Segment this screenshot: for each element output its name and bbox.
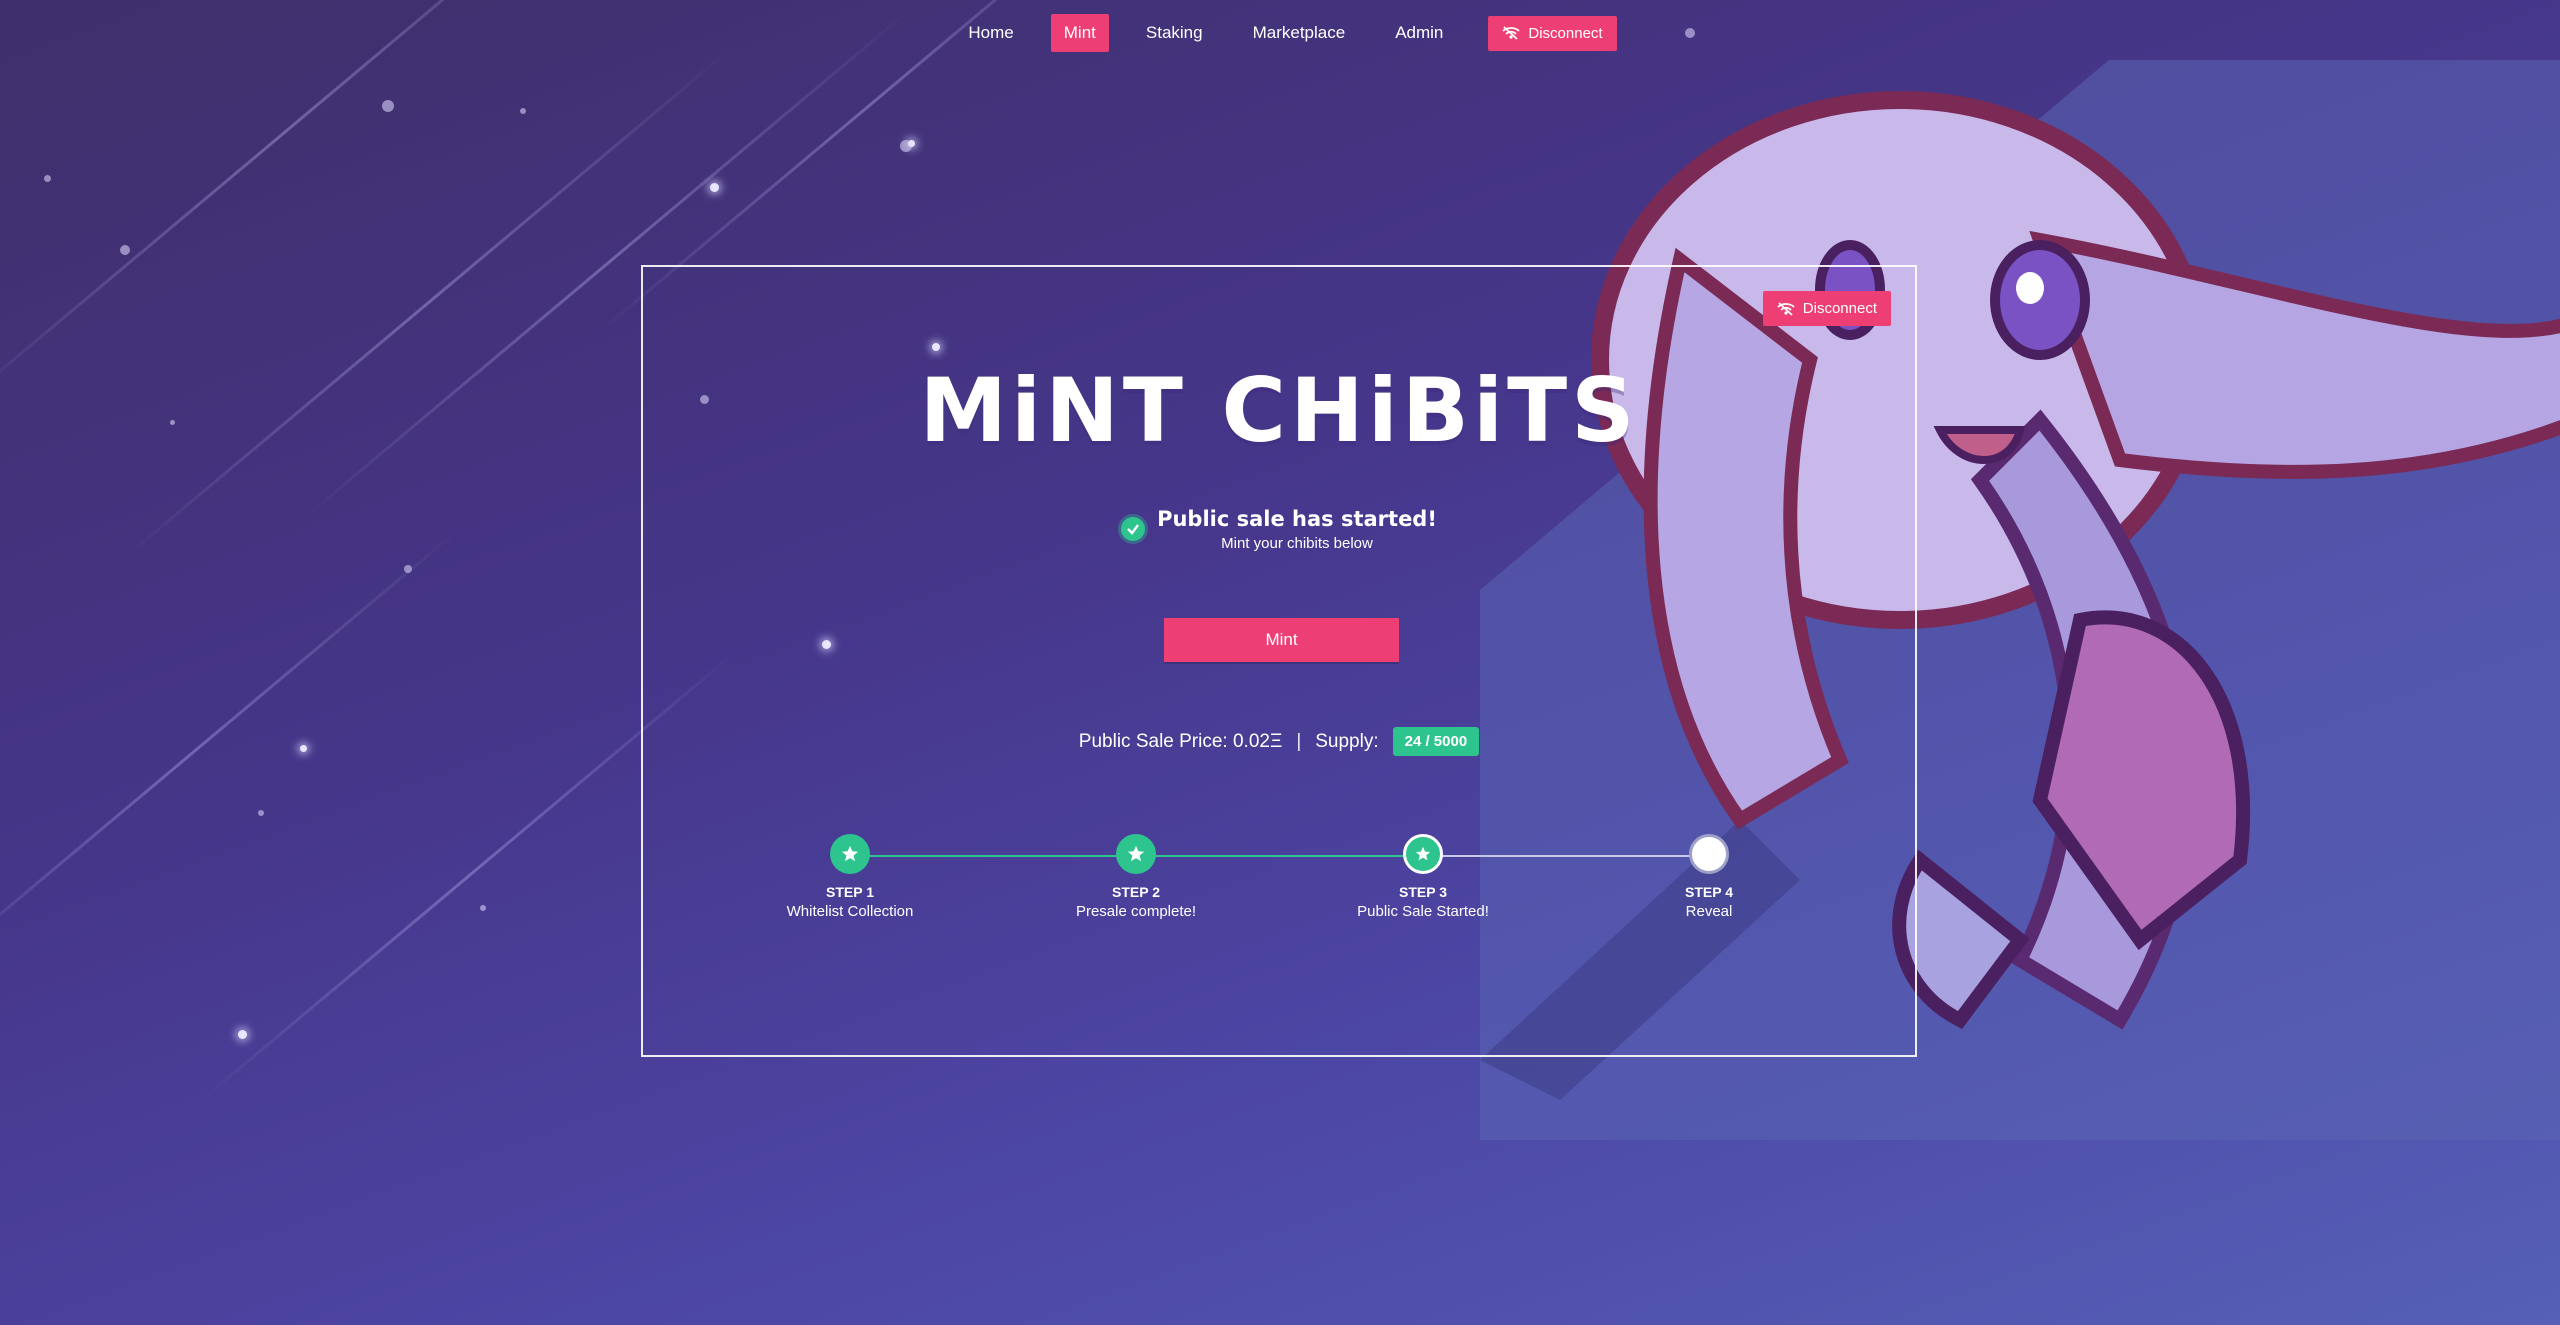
nav-disconnect-button[interactable]: Disconnect [1488,15,1617,51]
step-label: Public Sale Started! [1357,903,1489,920]
step-number: STEP 1 [826,884,874,900]
wifi-off-icon [1502,26,1521,40]
step-3: STEP 3 Public Sale Started! [1323,832,1523,920]
mint-panel: Disconnect MiNT CHiBiTS Public sale has … [641,265,1917,1057]
page-title: MiNT CHiBiTS [919,359,1639,462]
step-number: STEP 2 [1112,884,1160,900]
panel-disconnect-label: Disconnect [1802,300,1877,317]
star-icon [830,834,870,874]
sale-status-subtitle: Mint your chibits below [1221,535,1373,552]
step-label: Whitelist Collection [786,903,914,920]
progress-steps: STEP 1 Whitelist Collection STEP 2 Presa… [643,832,1915,942]
star-icon [1403,834,1443,874]
sale-status: Public sale has started! Mint your chibi… [643,507,1915,552]
price-supply-row: Public Sale Price: 0.02Ξ | Supply: 24 / … [643,727,1915,756]
nav-staking[interactable]: Staking [1133,14,1216,52]
nav-admin[interactable]: Admin [1382,14,1456,52]
step-1: STEP 1 Whitelist Collection [750,832,950,920]
public-sale-price: Public Sale Price: 0.02Ξ [1078,730,1283,752]
wifi-off-icon [1777,301,1795,316]
check-circle-icon [1121,517,1146,541]
supply-label: Supply: [1315,730,1379,752]
top-nav: Home Mint Staking Marketplace Admin Disc… [0,13,2560,53]
step-4: STEP 4 Reveal [1609,832,1809,920]
step-label: Presale complete! [1075,903,1197,920]
sale-status-title: Public sale has started! [1157,507,1437,531]
nav-home[interactable]: Home [955,14,1026,52]
step-number: STEP 4 [1685,884,1733,900]
step-label: Reveal [1685,903,1733,920]
nav-marketplace[interactable]: Marketplace [1240,14,1359,52]
step-2: STEP 2 Presale complete! [1036,832,1236,920]
mint-button[interactable]: Mint [1164,618,1399,662]
empty-circle-icon [1689,834,1729,874]
supply-badge: 24 / 5000 [1392,727,1480,756]
panel-disconnect-button[interactable]: Disconnect [1762,291,1891,326]
star-icon [1116,834,1156,874]
nav-disconnect-label: Disconnect [1528,24,1603,42]
step-number: STEP 3 [1399,884,1447,900]
separator: | [1296,730,1302,752]
nav-mint[interactable]: Mint [1050,14,1109,52]
